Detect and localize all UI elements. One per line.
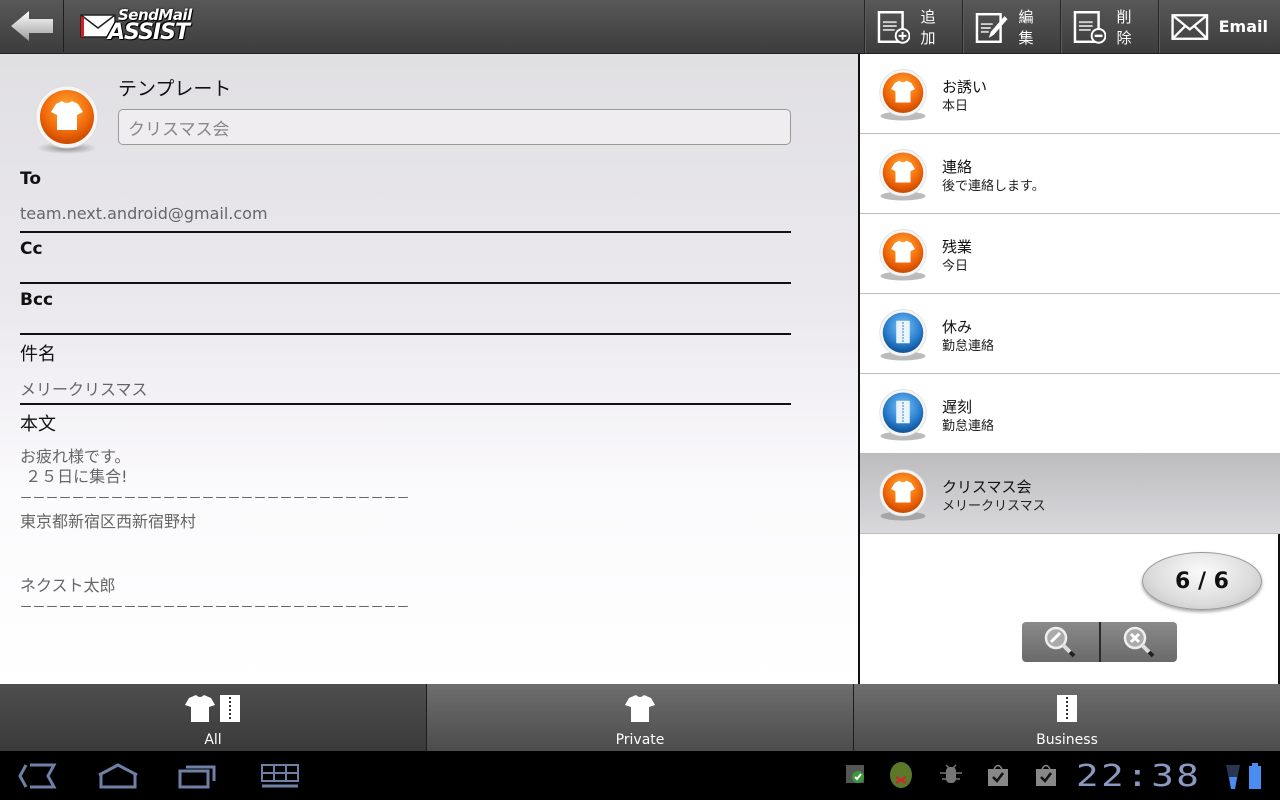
back-arrow-icon	[10, 11, 53, 41]
add-button[interactable]: 追加	[864, 0, 962, 53]
subject-field-underline	[20, 403, 791, 405]
system-bar: 22:38	[0, 751, 1280, 800]
template-list-item[interactable]: 連絡後で連絡します。	[860, 134, 1280, 214]
template-name-input[interactable]	[118, 109, 791, 145]
body-line: ネクスト太郎	[20, 576, 116, 595]
nav-home-icon[interactable]	[96, 763, 140, 789]
tshirt-orange-icon	[879, 69, 927, 121]
bcc-label: Bcc	[20, 290, 54, 310]
template-title: 休み	[942, 318, 973, 336]
wifi-signal-icon[interactable]	[1226, 765, 1240, 789]
tshirt-orange-icon	[879, 469, 927, 521]
subject-label: 件名	[20, 344, 56, 365]
edit-button-label: 編集	[1018, 7, 1034, 47]
add-document-icon	[877, 10, 911, 44]
tshirt-orange-icon	[879, 229, 927, 281]
magnifier-zoom-in-icon	[1045, 626, 1076, 658]
dress-shirt-blue-icon	[879, 309, 927, 361]
category-tabs: All Private Business	[0, 684, 1280, 751]
back-button[interactable]	[0, 0, 64, 52]
zoom-in-button[interactable]	[1022, 622, 1099, 662]
body-line: 東京都新宿区西新宿野村	[20, 512, 197, 531]
edit-document-icon	[975, 12, 1008, 43]
tab-business[interactable]: Business	[853, 684, 1280, 751]
template-list-item[interactable]: 遅刻 勤怠連絡	[860, 374, 1280, 454]
cc-label: Cc	[20, 239, 43, 259]
action-bar: SendMail ASSIST 追加 編集 削除 Email	[0, 0, 1280, 54]
tab-private[interactable]: Private	[426, 684, 853, 751]
zoom-controls	[1022, 622, 1177, 662]
template-subtitle: 勤怠連絡	[942, 419, 995, 434]
tab-all[interactable]: All	[0, 684, 426, 751]
template-title: お誘い	[942, 78, 988, 96]
tshirt-orange-icon	[879, 149, 927, 201]
edit-button[interactable]: 編集	[962, 0, 1060, 53]
sync-notification-icon[interactable]	[846, 763, 866, 785]
body-line: ２５日に集合!	[20, 467, 128, 486]
usb-debug-icon[interactable]	[940, 763, 962, 785]
add-button-label: 追加	[920, 7, 936, 47]
template-title: 遅刻	[942, 398, 973, 416]
dress-shirt-icon	[220, 695, 240, 722]
market-update-icon[interactable]	[1035, 763, 1057, 787]
body-field[interactable]: お疲れ様です。 ２５日に集合! ーーーーーーーーーーーーーーーーーーーーーーーー…	[20, 446, 791, 626]
market-update-icon[interactable]	[987, 763, 1009, 787]
tab-all-label: All	[204, 732, 222, 748]
template-subtitle: 勤怠連絡	[942, 339, 995, 354]
template-subtitle: 後で連絡します。	[942, 179, 1045, 194]
battery-icon[interactable]	[1249, 763, 1261, 789]
body-line: お疲れ様です。	[20, 447, 131, 466]
template-editor: テンプレート To team.next.android@gmail.com Cc…	[0, 54, 858, 684]
template-list-item[interactable]: 残業 今日	[860, 214, 1280, 294]
template-title: 残業	[942, 238, 973, 256]
nav-back-icon[interactable]	[16, 763, 58, 789]
email-button-label: Email	[1218, 17, 1268, 36]
magnifier-close-icon	[1123, 626, 1155, 658]
tshirt-icon	[625, 695, 655, 722]
cc-field[interactable]	[20, 262, 791, 282]
to-label: To	[20, 169, 42, 189]
dress-shirt-blue-icon	[879, 389, 927, 441]
template-list-item[interactable]: 休み 勤怠連絡	[860, 294, 1280, 374]
email-button[interactable]: Email	[1158, 0, 1280, 53]
tshirt-icon	[185, 695, 215, 722]
delete-button-label: 削除	[1116, 7, 1132, 47]
body-line-separator: ーーーーーーーーーーーーーーーーーーーーーーーーーーーーーー	[20, 600, 411, 614]
template-category-icon	[34, 84, 100, 160]
tshirt-orange-icon	[35, 85, 99, 154]
app-root: SendMail ASSIST 追加 編集 削除 Email テンプレート クリ…	[0, 0, 1280, 800]
subject-field[interactable]: メリークリスマス	[20, 376, 148, 400]
envelope-icon	[1171, 13, 1209, 40]
logo-text-assist: ASSIST	[108, 20, 190, 45]
delete-button[interactable]: 削除	[1060, 0, 1158, 53]
bcc-field[interactable]	[20, 313, 791, 333]
clock[interactable]: 22:38	[1076, 759, 1201, 794]
bcc-field-underline	[20, 333, 791, 335]
zoom-reset-button[interactable]	[1098, 622, 1178, 662]
toolbar-actions: 追加 編集 削除 Email	[864, 0, 1280, 53]
app-logo: SendMail ASSIST	[78, 6, 192, 46]
template-subtitle: メリークリスマス	[942, 499, 1046, 514]
nav-recent-apps-icon[interactable]	[178, 763, 218, 789]
template-subtitle: 今日	[942, 259, 969, 274]
template-label: テンプレート	[118, 78, 232, 100]
page-indicator: 6 / 6	[1142, 552, 1262, 610]
to-field[interactable]: team.next.android@gmail.com	[20, 204, 268, 223]
android-notification-icon[interactable]	[888, 759, 914, 789]
template-list-panel: お誘い 本日 連絡 後で連絡します。 残業 今日 休み 勤怠連絡 遅刻 勤怠連絡 クリスマス会 メリー…	[858, 54, 1280, 684]
nav-menu-icon[interactable]	[260, 763, 300, 789]
cc-field-underline	[20, 282, 791, 284]
tab-business-label: Business	[1036, 732, 1098, 748]
to-field-underline	[20, 231, 791, 233]
tab-private-label: Private	[615, 732, 665, 748]
body-line-separator: ーーーーーーーーーーーーーーーーーーーーーーーーーーーーーー	[20, 491, 411, 505]
template-list-item[interactable]: お誘い 本日	[860, 54, 1280, 134]
template-list-item[interactable]: クリスマス会 メリークリスマス	[860, 454, 1280, 534]
template-subtitle: 本日	[942, 99, 969, 114]
dress-shirt-icon	[1057, 695, 1077, 722]
template-title: クリスマス会	[942, 478, 1032, 496]
body-label: 本文	[20, 414, 56, 435]
template-title: 連絡	[942, 158, 973, 176]
delete-document-icon	[1073, 10, 1107, 44]
